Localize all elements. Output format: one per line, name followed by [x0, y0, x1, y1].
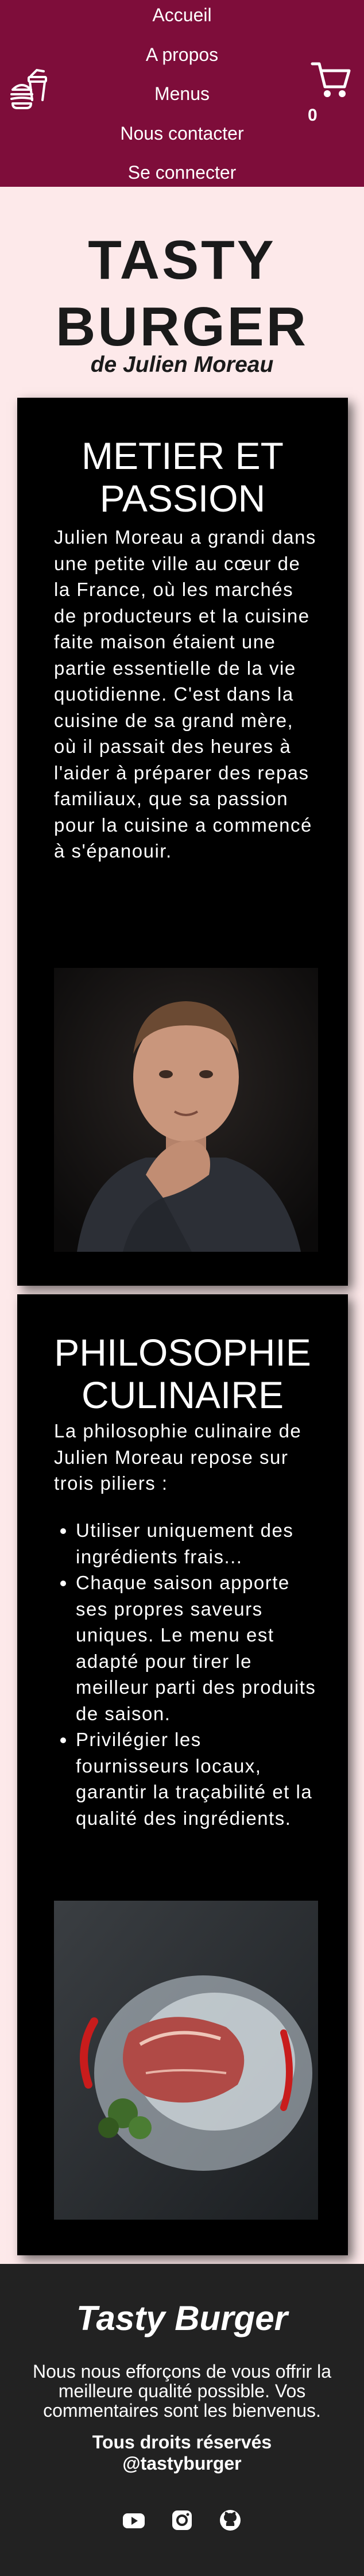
list-item: Privilégier les fournisseurs locaux, gar…	[76, 1727, 318, 1831]
nav-link-a-propos[interactable]: A propos	[146, 44, 218, 65]
github-icon[interactable]	[218, 2509, 242, 2532]
youtube-icon[interactable]	[122, 2509, 146, 2532]
section-philosophie-title: PHILOSOPHIE CULINAIRE	[54, 1331, 311, 1416]
list-item: Utiliser uniquement des ingrédients frai…	[76, 1517, 318, 1570]
nav-item-login[interactable]: Se connecter	[0, 157, 364, 197]
site-header: Accueil A propos Menus Nous contacter Se…	[0, 0, 364, 187]
steak-photo	[54, 1901, 318, 2220]
footer-rights-line2: @tastyburger	[122, 2453, 242, 2474]
nav-item-a-propos[interactable]: A propos	[0, 40, 364, 79]
section-metier: METIER ET PASSION Julien Moreau a grandi…	[17, 398, 348, 1286]
nav-link-accueil[interactable]: Accueil	[152, 5, 211, 25]
list-item: Chaque saison apporte ses propres saveur…	[76, 1570, 318, 1727]
page-title: TASTY BURGER	[0, 227, 364, 360]
chef-photo	[54, 968, 318, 1252]
footer-title: Tasty Burger	[76, 2299, 288, 2337]
main-nav: Accueil A propos Menus Nous contacter Se…	[0, 0, 364, 197]
section-philosophie: PHILOSOPHIE CULINAIRE La philosophie cul…	[17, 1294, 348, 2255]
cart-icon[interactable]	[310, 60, 351, 101]
section-philosophie-intro: La philosophie culinaire de Julien Morea…	[54, 1420, 302, 1494]
title-line-2: BURGER	[55, 296, 308, 357]
section-metier-title: METIER ET PASSION	[81, 435, 284, 520]
nav-item-accueil[interactable]: Accueil	[0, 0, 364, 40]
title-line-1: TASTY	[88, 229, 276, 291]
social-links	[122, 2509, 242, 2532]
site-footer: Tasty Burger Nous nous efforçons de vous…	[0, 2264, 364, 2576]
footer-rights: Tous droits réservés @tastyburger	[0, 2432, 364, 2474]
nav-link-contact[interactable]: Nous contacter	[120, 123, 243, 144]
section-metier-text: Julien Moreau a grandi dans une petite v…	[54, 526, 316, 862]
page-subtitle: de Julien Moreau	[90, 352, 274, 377]
footer-rights-line1: Tous droits réservés	[92, 2432, 272, 2452]
nav-link-menus[interactable]: Menus	[154, 83, 210, 104]
cart-count: 0	[308, 106, 317, 125]
footer-text: Nous nous efforçons de vous offrir la me…	[33, 2361, 331, 2421]
section-philosophie-list: Utiliser uniquement des ingrédients frai…	[54, 1517, 318, 1831]
instagram-icon[interactable]	[170, 2509, 194, 2532]
nav-link-login[interactable]: Se connecter	[128, 162, 237, 183]
